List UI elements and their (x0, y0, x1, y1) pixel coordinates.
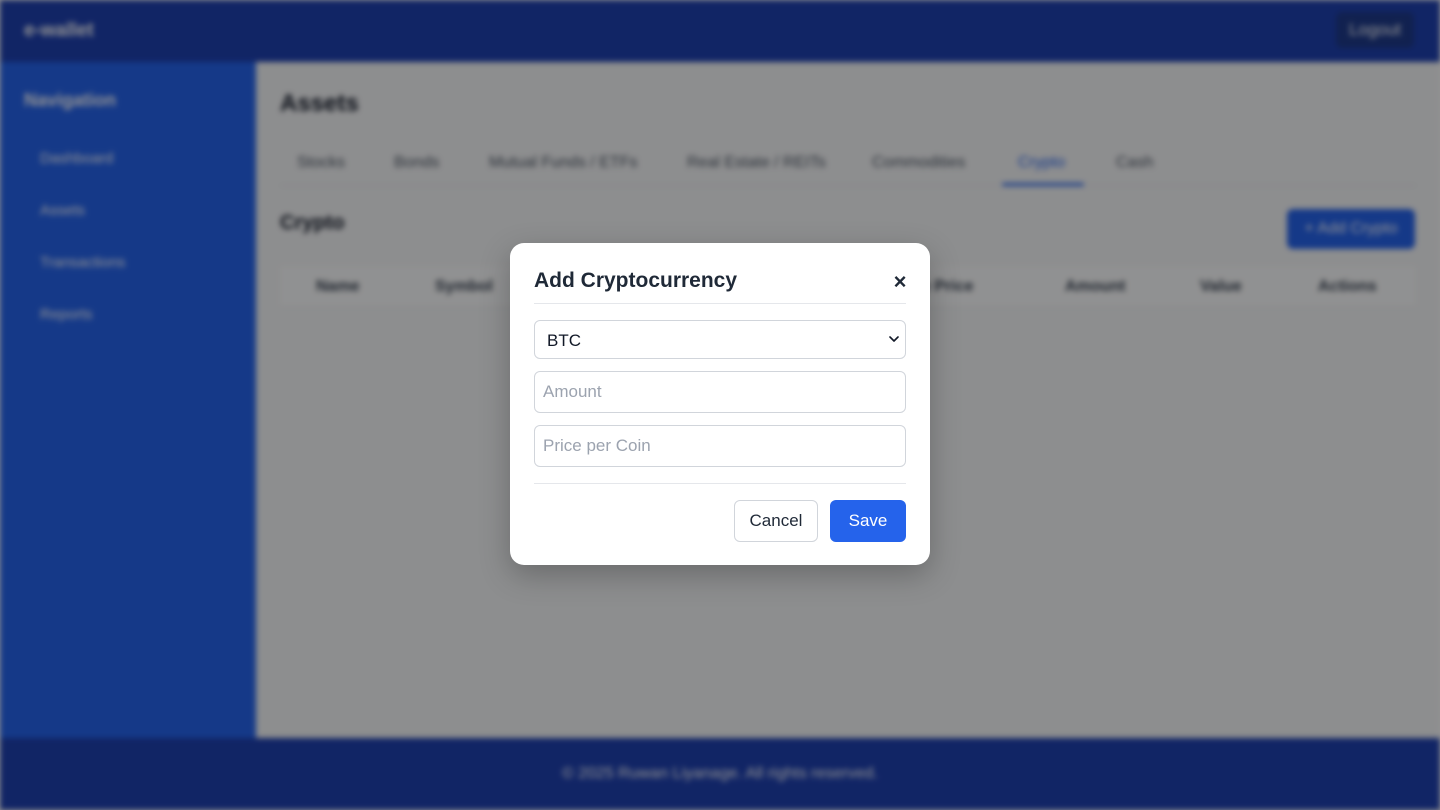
modal-title: Add Cryptocurrency (534, 269, 738, 292)
save-button[interactable]: Save (830, 500, 906, 542)
coin-select[interactable]: BTC (534, 320, 906, 359)
chevron-down-icon (889, 336, 899, 342)
close-icon[interactable]: × (890, 270, 910, 294)
price-per-coin-input[interactable] (534, 425, 906, 467)
amount-input[interactable] (534, 371, 906, 413)
coin-select-value: BTC (547, 331, 581, 350)
cancel-button[interactable]: Cancel (734, 500, 818, 542)
modal-footer-divider (534, 483, 906, 484)
modal-header-divider (534, 303, 906, 304)
add-cryptocurrency-modal: Add Cryptocurrency × BTC Cancel Save (510, 243, 930, 565)
